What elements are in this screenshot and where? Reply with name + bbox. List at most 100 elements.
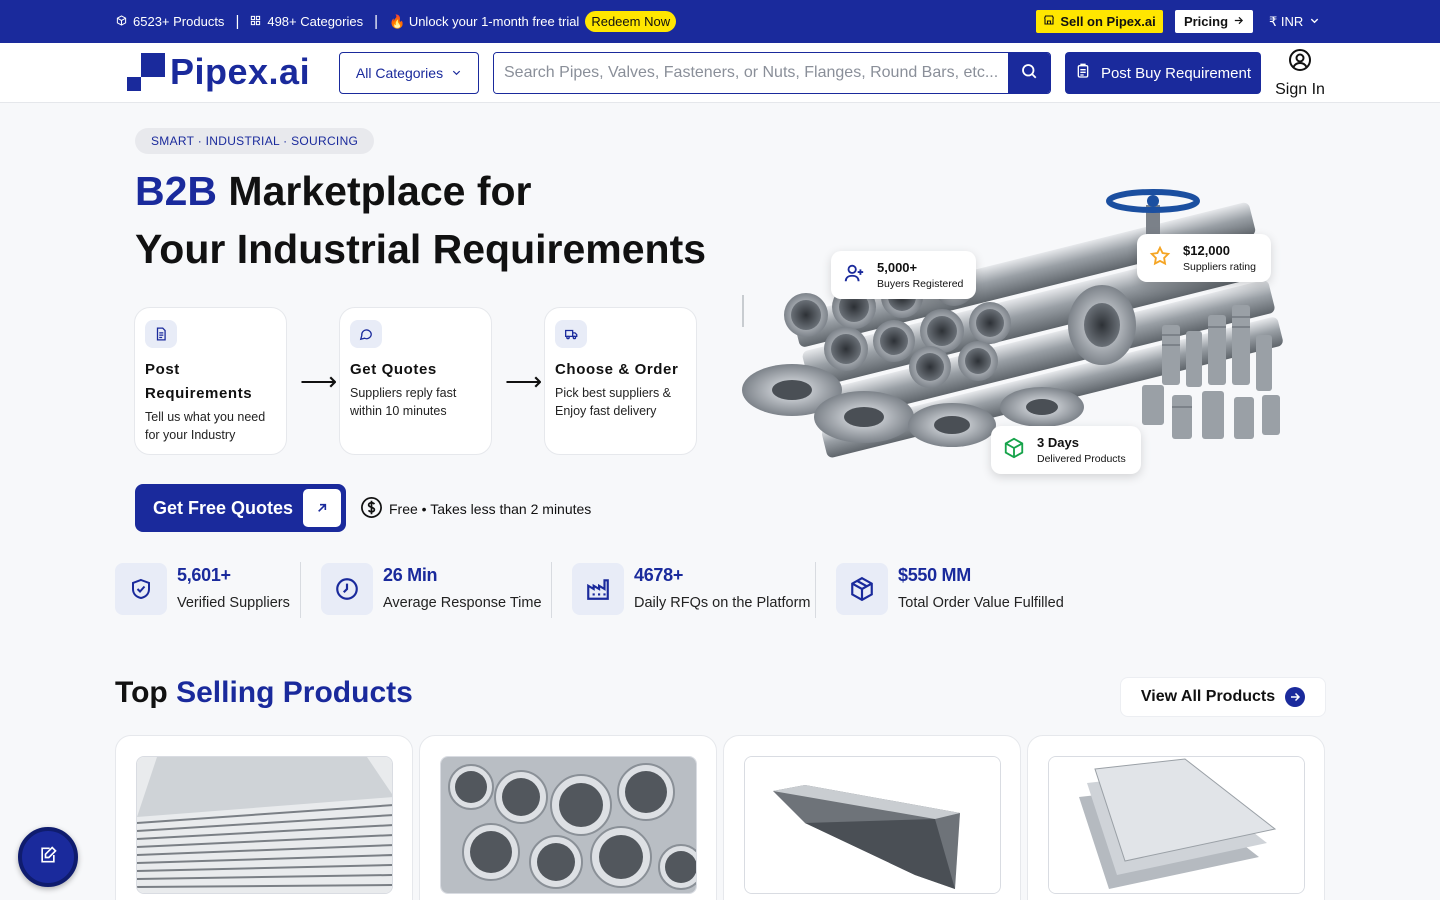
step-desc: Suppliers reply fast within 10 minutes [350, 386, 457, 418]
cube-icon [116, 14, 127, 29]
currency-selector[interactable]: ₹ INR [1269, 0, 1320, 43]
delivery-badge: 3 Days Delivered Products [991, 426, 1141, 474]
floating-edit-button[interactable] [18, 827, 78, 887]
free-note-text: Free • Takes less than 2 minutes [389, 501, 592, 517]
edit-note-icon [38, 845, 58, 870]
chevron-down-icon [451, 65, 462, 81]
buyers-badge: 5,000+ Buyers Registered [831, 251, 976, 299]
badge-value: $12,000 [1183, 243, 1230, 258]
topbar-info: 6523+ Products | 498+ Categories | 🔥 Unl… [116, 0, 677, 43]
sell-on-pipex-button[interactable]: Sell on Pipex.ai [1036, 10, 1163, 33]
categories-count: 498+ Categories [267, 14, 364, 29]
arrow-right-icon [1285, 687, 1306, 707]
logo-text: Pipex.ai [170, 51, 311, 92]
store-icon [1043, 14, 1055, 29]
sign-in-button[interactable]: Sign In [1270, 48, 1330, 99]
stat-value: 4678+ [634, 565, 684, 585]
hero-title-accent: B2B [135, 168, 218, 214]
grid-icon [250, 15, 261, 29]
currency-value: ₹ INR [1269, 13, 1304, 29]
step-title: Get Quotes [350, 361, 437, 378]
stat-divider [815, 562, 816, 618]
badge-value: 5,000+ [877, 260, 918, 275]
product-image-steel-pipes [440, 756, 697, 894]
product-card[interactable] [1027, 735, 1325, 900]
pricing-label: Pricing [1183, 14, 1229, 29]
get-free-quotes-button[interactable]: Get Free Quotes [135, 484, 346, 532]
star-icon [1149, 245, 1171, 272]
stat-label: Average Response Time [383, 595, 542, 611]
search-icon [1020, 62, 1038, 85]
search-input[interactable] [494, 53, 1008, 93]
stat-verified-suppliers: 5,601+ Verified Suppliers [115, 563, 290, 619]
hero-title-rest: Marketplace for [217, 168, 532, 214]
document-icon [145, 320, 177, 348]
stat-value: 26 Min [383, 565, 438, 585]
view-all-label: View All Products [1140, 688, 1276, 705]
clock-icon [321, 563, 373, 615]
chat-bubble-icon [350, 320, 382, 348]
stat-value: 5,601+ [177, 565, 231, 585]
long-arrow-right-icon: ⟶ [505, 366, 543, 396]
stat-response-time: 26 Min Average Response Time [321, 563, 542, 619]
stat-order-value: $550 MM Total Order Value Fulfilled [836, 563, 1064, 619]
stat-divider [300, 562, 301, 618]
product-image-aluminium-sheets [1048, 756, 1305, 894]
dollar-circle-icon [360, 496, 383, 522]
chevron-down-icon [1309, 14, 1320, 29]
stat-label: Total Order Value Fulfilled [898, 595, 1064, 611]
step-card-post-requirements: Post Requirements Tell us what you need … [134, 307, 287, 455]
step-desc: Pick best suppliers & Enjoy fast deliver… [555, 386, 672, 418]
pricing-button[interactable]: Pricing [1175, 10, 1253, 33]
trial-text: 🔥 Unlock your 1-month free trial [389, 13, 580, 29]
product-card[interactable] [723, 735, 1021, 900]
product-card[interactable] [419, 735, 717, 900]
long-arrow-right-icon: ⟶ [300, 366, 338, 396]
title-accent: Selling Products [176, 676, 413, 709]
search-button[interactable] [1008, 53, 1050, 93]
arrow-right-icon [1233, 14, 1244, 29]
step-desc: Tell us what you need for your Industry [145, 410, 266, 442]
main-header: Pipex.ai All Categories Post Buy Require… [0, 43, 1440, 103]
hero-title-line2: Your Industrial Requirements [135, 226, 707, 272]
truck-icon [555, 320, 587, 348]
user-plus-icon [843, 262, 865, 289]
stat-value: $550 MM [898, 565, 971, 585]
arrow-up-right-icon [303, 489, 341, 527]
badge-value: 3 Days [1037, 435, 1079, 450]
stat-label: Verified Suppliers [177, 595, 290, 611]
sign-in-label: Sign In [1275, 81, 1325, 98]
post-buy-requirement-button[interactable]: Post Buy Requirement [1065, 52, 1261, 94]
products-count: 6523+ Products [133, 14, 225, 29]
stat-divider [551, 562, 552, 618]
separator: | [235, 13, 240, 30]
clipboard-icon [1075, 63, 1091, 83]
shield-check-icon [115, 563, 167, 615]
tagline-pill: SMART · INDUSTRIAL · SOURCING [135, 128, 375, 154]
pipex-logo[interactable]: Pipex.ai [127, 53, 310, 91]
package-icon [836, 563, 888, 615]
stat-daily-rfqs: 4678+ Daily RFQs on the Platform [572, 563, 810, 619]
title-plain: Top [115, 676, 177, 709]
logo-mark-icon [127, 53, 165, 91]
hero-title: B2B Marketplace for Your Industrial Requ… [135, 162, 706, 278]
top-selling-title: Top Selling Products [115, 676, 413, 710]
step-title: Choose & Order [555, 361, 679, 378]
separator: | [374, 13, 379, 30]
badge-label: Delivered Products [1037, 453, 1126, 465]
free-note: Free • Takes less than 2 minutes [360, 496, 591, 522]
post-label: Post Buy Requirement [1100, 64, 1252, 82]
search-bar [493, 52, 1051, 94]
product-card[interactable] [115, 735, 413, 900]
user-circle-icon [1288, 48, 1312, 77]
badge-label: Suppliers rating [1183, 261, 1256, 273]
sell-label: Sell on Pipex.ai [1060, 14, 1156, 29]
top-announcement-bar: 6523+ Products | 498+ Categories | 🔥 Unl… [0, 0, 1440, 43]
stat-label: Daily RFQs on the Platform [634, 595, 811, 611]
redeem-now-button[interactable]: Redeem Now [585, 11, 677, 32]
product-image-gutter-channel [744, 756, 1001, 894]
hero-pipes-image: 5,000+ Buyers Registered $12,000 Supplie… [742, 185, 1290, 485]
product-image-stacked-plates [136, 756, 393, 894]
all-categories-dropdown[interactable]: All Categories [339, 52, 479, 94]
view-all-products-button[interactable]: View All Products [1120, 677, 1326, 717]
